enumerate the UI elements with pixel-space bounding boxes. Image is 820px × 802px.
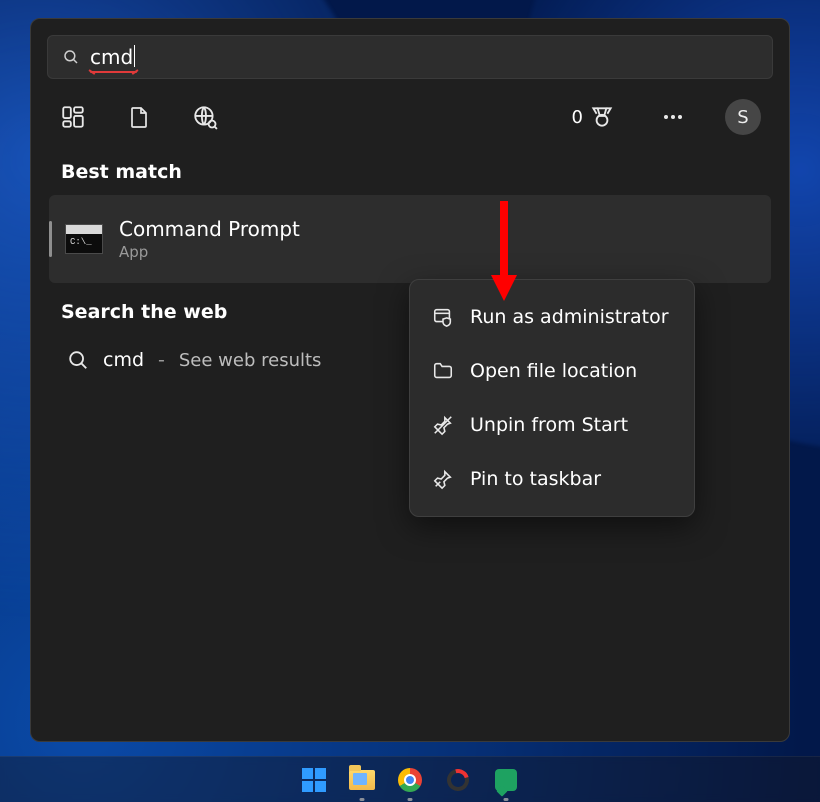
ctx-label: Run as administrator (470, 306, 669, 328)
scope-apps-icon[interactable] (59, 103, 87, 131)
chrome-icon (398, 768, 422, 792)
taskbar-start-button[interactable] (300, 766, 328, 794)
ctx-label: Open file location (470, 360, 637, 382)
ctx-pin-to-taskbar[interactable]: Pin to taskbar (410, 452, 694, 506)
scope-row: 0 S (47, 79, 773, 143)
taskbar-chat-button[interactable] (492, 766, 520, 794)
avatar-initial: S (737, 107, 748, 128)
context-menu: Run as administrator Open file location … (409, 279, 695, 517)
ctx-open-file-location[interactable]: Open file location (410, 344, 694, 398)
start-search-panel: cmd 0 (30, 18, 790, 742)
more-icon (661, 105, 685, 129)
search-icon (67, 349, 89, 371)
taskbar (0, 756, 820, 802)
rewards-points: 0 (572, 107, 583, 128)
scope-documents-icon[interactable] (125, 103, 153, 131)
caret (134, 45, 135, 67)
search-icon (62, 48, 80, 66)
admin-icon (432, 306, 454, 328)
cmd-app-icon: C:\_ (65, 224, 103, 254)
pin-icon (432, 468, 454, 490)
account-avatar[interactable]: S (725, 99, 761, 135)
unpin-icon (432, 414, 454, 436)
taskbar-app-button[interactable] (444, 766, 472, 794)
taskbar-chrome-button[interactable] (396, 766, 424, 794)
folder-icon (349, 770, 375, 790)
windows-logo-icon (302, 768, 326, 792)
chat-icon (495, 769, 517, 791)
search-input[interactable]: cmd (90, 35, 135, 79)
result-command-prompt[interactable]: C:\_ Command Prompt App (49, 195, 771, 283)
spellcheck-underline (90, 71, 137, 73)
ctx-run-as-administrator[interactable]: Run as administrator (410, 290, 694, 344)
taskbar-explorer-button[interactable] (348, 766, 376, 794)
ctx-unpin-from-start[interactable]: Unpin from Start (410, 398, 694, 452)
ring-icon (443, 764, 473, 794)
ctx-label: Unpin from Start (470, 414, 628, 436)
scope-web-icon[interactable] (191, 103, 219, 131)
web-dash: - (158, 349, 165, 371)
result-subtitle: App (119, 243, 300, 261)
result-title: Command Prompt (119, 217, 300, 241)
web-query: cmd (103, 349, 144, 371)
folder-icon (432, 360, 454, 382)
rewards-button[interactable]: 0 (572, 104, 615, 130)
search-bar[interactable]: cmd (47, 35, 773, 79)
search-value: cmd (90, 45, 133, 69)
web-hint: See web results (179, 350, 322, 371)
rewards-icon (589, 104, 615, 130)
more-button[interactable] (659, 103, 687, 131)
best-match-label: Best match (47, 143, 773, 195)
ctx-label: Pin to taskbar (470, 468, 601, 490)
